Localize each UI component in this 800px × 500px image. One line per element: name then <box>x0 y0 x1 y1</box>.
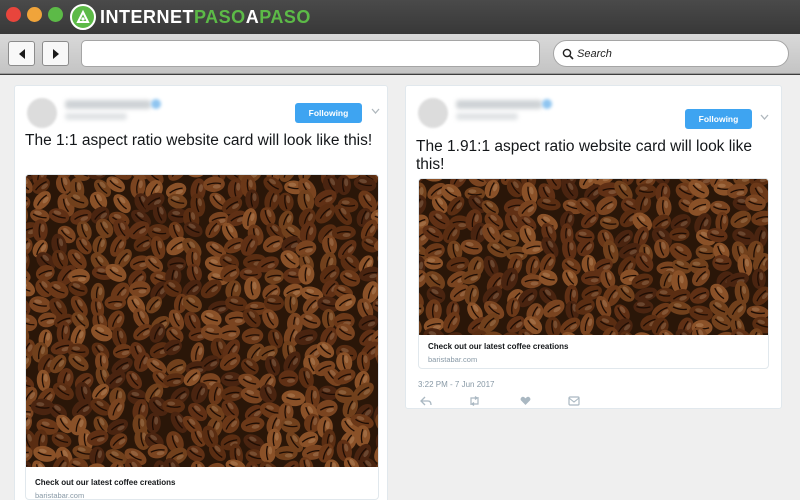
tweet-text: The 1:1 aspect ratio website card will l… <box>25 132 373 149</box>
minimize-window-button[interactable] <box>27 7 42 22</box>
link-title: Check out our latest coffee creations <box>35 478 176 487</box>
logo-text: INTERNETPASOAPASO <box>100 6 311 27</box>
reply-icon[interactable] <box>420 396 432 406</box>
website-card[interactable]: Check out our latest coffee creations ba… <box>418 178 769 369</box>
chevron-down-icon[interactable] <box>760 114 769 120</box>
search-bar[interactable]: Search <box>553 40 789 67</box>
url-bar[interactable] <box>81 40 540 67</box>
site-logo: INTERNETPASOAPASO <box>70 3 311 31</box>
tweet-card-wide: Following The 1.91:1 aspect ratio websit… <box>405 85 782 409</box>
close-window-button[interactable] <box>6 7 21 22</box>
page-content: Following The 1:1 aspect ratio website c… <box>0 75 800 500</box>
forward-arrow-icon <box>52 48 59 59</box>
avatar <box>418 98 448 128</box>
logo-mark-icon <box>70 4 96 30</box>
search-label: Search <box>577 47 612 60</box>
tweet-card-square: Following The 1:1 aspect ratio website c… <box>14 85 388 500</box>
search-icon <box>562 48 574 60</box>
following-button[interactable]: Following <box>295 103 362 123</box>
tweet-timestamp: 3:22 PM - 7 Jun 2017 <box>418 380 495 389</box>
window-titlebar: INTERNETPASOAPASO <box>0 0 800 34</box>
like-icon[interactable] <box>520 396 531 406</box>
link-domain: baristabar.com <box>35 491 85 500</box>
verified-icon <box>151 99 161 109</box>
tweet-text: The 1.91:1 aspect ratio website card wil… <box>416 138 752 173</box>
chevron-down-icon[interactable] <box>371 108 380 114</box>
verified-icon <box>542 99 552 109</box>
coffee-beans-image <box>26 175 378 467</box>
account-handle-blurred <box>65 113 127 120</box>
account-name-blurred <box>456 100 542 109</box>
account-name-blurred <box>65 100 151 109</box>
back-arrow-icon <box>18 48 25 59</box>
dm-icon[interactable] <box>568 396 580 406</box>
back-button[interactable] <box>8 41 35 66</box>
maximize-window-button[interactable] <box>48 7 63 22</box>
account-handle-blurred <box>456 113 518 120</box>
retweet-icon[interactable] <box>468 396 481 406</box>
link-title: Check out our latest coffee creations <box>428 342 569 351</box>
coffee-beans-image <box>419 179 768 335</box>
following-button[interactable]: Following <box>685 109 752 129</box>
link-domain: baristabar.com <box>428 355 478 364</box>
website-card[interactable]: Check out our latest coffee creations ba… <box>25 174 379 500</box>
avatar <box>27 98 57 128</box>
forward-button[interactable] <box>42 41 69 66</box>
browser-toolbar: Search <box>0 34 800 74</box>
